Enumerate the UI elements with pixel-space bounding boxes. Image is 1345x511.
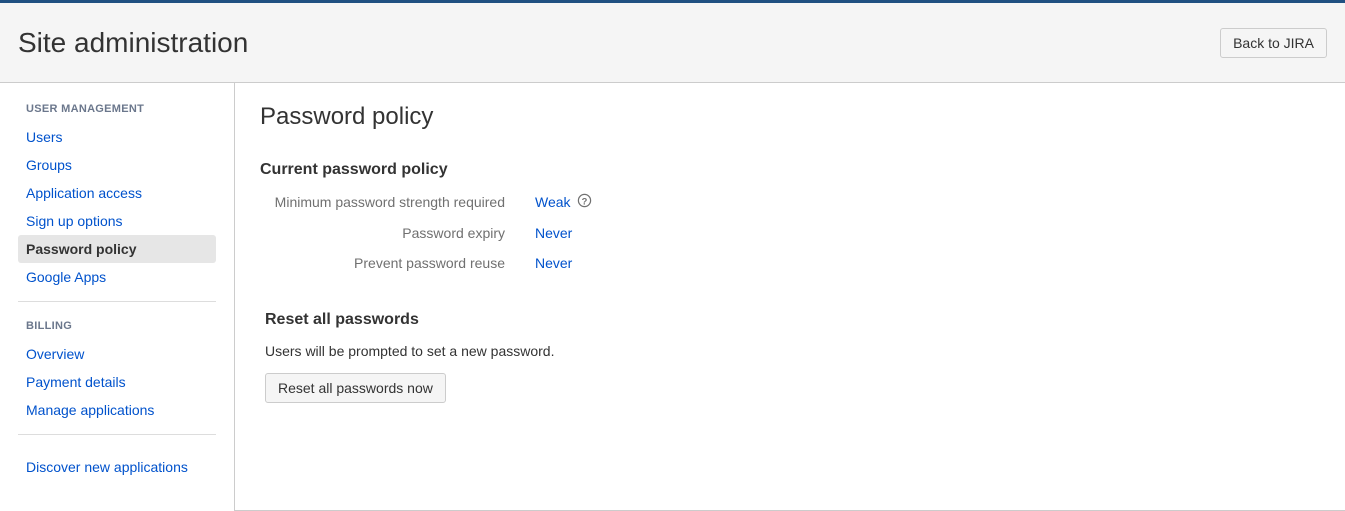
- main-title: Password policy: [260, 103, 1315, 131]
- reset-heading: Reset all passwords: [265, 311, 1315, 329]
- help-icon[interactable]: ?: [577, 193, 592, 211]
- sidebar-section-user-management: USER MANAGEMENT: [18, 103, 216, 115]
- sidebar-item-users[interactable]: Users: [18, 123, 216, 151]
- sidebar-item-application-access[interactable]: Application access: [18, 179, 216, 207]
- policy-label-expiry: Password expiry: [260, 225, 535, 241]
- policy-row-expiry: Password expiry Never: [260, 225, 1315, 241]
- reset-all-passwords-button[interactable]: Reset all passwords now: [265, 373, 446, 403]
- reset-description: Users will be prompted to set a new pass…: [265, 343, 1315, 359]
- policy-row-strength: Minimum password strength required Weak …: [260, 193, 1315, 211]
- content-area: USER MANAGEMENT Users Groups Application…: [0, 83, 1345, 511]
- sidebar-list-discover: Discover new applications: [18, 453, 216, 481]
- sidebar-divider: [18, 434, 216, 435]
- policy-label-strength: Minimum password strength required: [260, 194, 535, 210]
- sidebar-list-user-management: Users Groups Application access Sign up …: [18, 123, 216, 291]
- page-title: Site administration: [18, 27, 248, 59]
- back-to-jira-button[interactable]: Back to JIRA: [1220, 28, 1327, 58]
- sidebar-item-sign-up-options[interactable]: Sign up options: [18, 207, 216, 235]
- sidebar-section-billing: BILLING: [18, 320, 216, 332]
- policy-row-reuse: Prevent password reuse Never: [260, 255, 1315, 271]
- sidebar-item-overview[interactable]: Overview: [18, 340, 216, 368]
- sidebar-item-manage-applications[interactable]: Manage applications: [18, 396, 216, 424]
- policy-label-reuse: Prevent password reuse: [260, 255, 535, 271]
- svg-text:?: ?: [581, 196, 587, 206]
- sidebar-item-groups[interactable]: Groups: [18, 151, 216, 179]
- policy-value-expiry[interactable]: Never: [535, 225, 572, 241]
- sidebar-item-payment-details[interactable]: Payment details: [18, 368, 216, 396]
- policy-value-strength-text: Weak: [535, 194, 571, 210]
- main-panel: Password policy Current password policy …: [235, 83, 1345, 511]
- current-policy-heading: Current password policy: [260, 161, 1315, 179]
- sidebar-item-discover-new-applications[interactable]: Discover new applications: [18, 453, 216, 481]
- policy-value-reuse[interactable]: Never: [535, 255, 572, 271]
- sidebar-list-billing: Overview Payment details Manage applicat…: [18, 340, 216, 424]
- page-header: Site administration Back to JIRA: [0, 3, 1345, 83]
- sidebar: USER MANAGEMENT Users Groups Application…: [0, 83, 235, 511]
- sidebar-item-password-policy[interactable]: Password policy: [18, 235, 216, 263]
- policy-table: Minimum password strength required Weak …: [260, 193, 1315, 271]
- policy-value-strength[interactable]: Weak ?: [535, 193, 592, 211]
- sidebar-item-google-apps[interactable]: Google Apps: [18, 263, 216, 291]
- reset-section: Reset all passwords Users will be prompt…: [265, 311, 1315, 403]
- sidebar-divider: [18, 301, 216, 302]
